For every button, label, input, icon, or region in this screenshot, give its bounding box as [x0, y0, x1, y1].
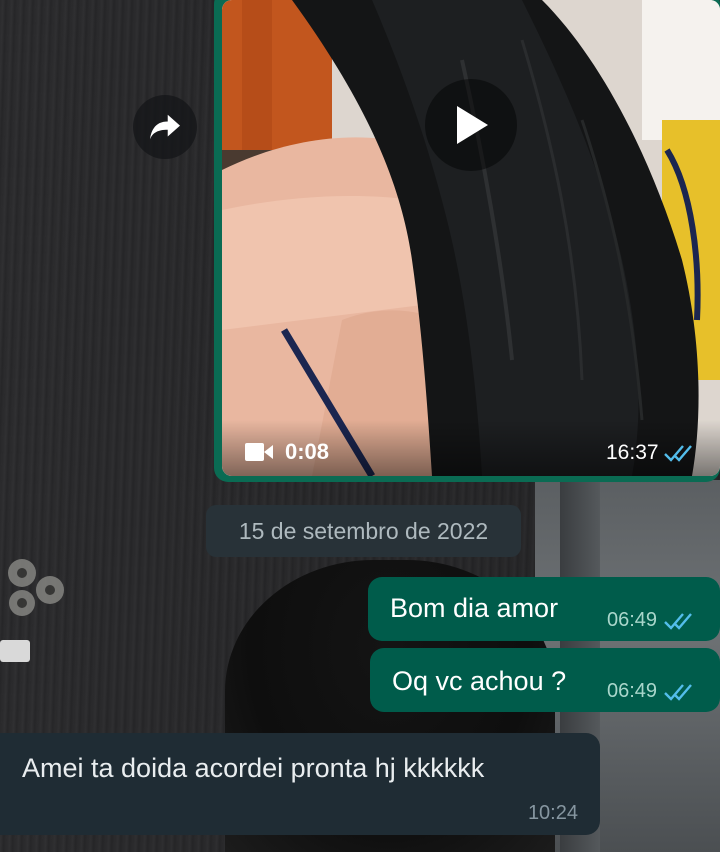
video-thumbnail[interactable]	[222, 0, 720, 476]
video-duration: 0:08	[245, 437, 329, 467]
message-meta: 06:49	[607, 609, 695, 632]
play-icon	[457, 106, 488, 144]
message-text: Oq vc achou ?	[392, 666, 567, 696]
message-text: Bom dia amor	[390, 593, 559, 623]
message-time: 06:49	[607, 609, 658, 631]
date-divider: 15 de setembro de 2022	[206, 505, 521, 557]
message-text: Amei ta doida acordei pronta hj kkkkkk	[22, 753, 485, 783]
wallpaper-flowers	[8, 559, 64, 616]
video-camera-icon	[245, 443, 273, 461]
double-check-icon	[664, 683, 692, 701]
play-button[interactable]	[425, 79, 517, 171]
message-time: 10:24	[527, 802, 578, 824]
double-check-icon	[663, 445, 692, 462]
forward-arrow-icon	[150, 114, 180, 140]
video-time-label: 16:37	[606, 441, 659, 464]
forward-button[interactable]	[133, 95, 197, 159]
message-bubble-incoming[interactable]: Amei ta doida acordei pronta hj kkkkkk 1…	[0, 733, 600, 835]
message-time: 06:49	[607, 680, 658, 702]
video-thumbnail-image	[222, 0, 720, 476]
message-meta: 06:49	[607, 680, 695, 703]
message-bubble-outgoing[interactable]: Oq vc achou ? 06:49	[370, 648, 720, 712]
wallpaper-decoration	[0, 640, 30, 662]
date-divider-label: 15 de setembro de 2022	[238, 517, 489, 544]
video-duration-label: 0:08	[285, 439, 330, 464]
video-timestamp: 16:37	[606, 441, 695, 465]
message-bubble-outgoing[interactable]: Bom dia amor 06:49	[368, 577, 720, 641]
double-check-icon	[664, 612, 692, 630]
